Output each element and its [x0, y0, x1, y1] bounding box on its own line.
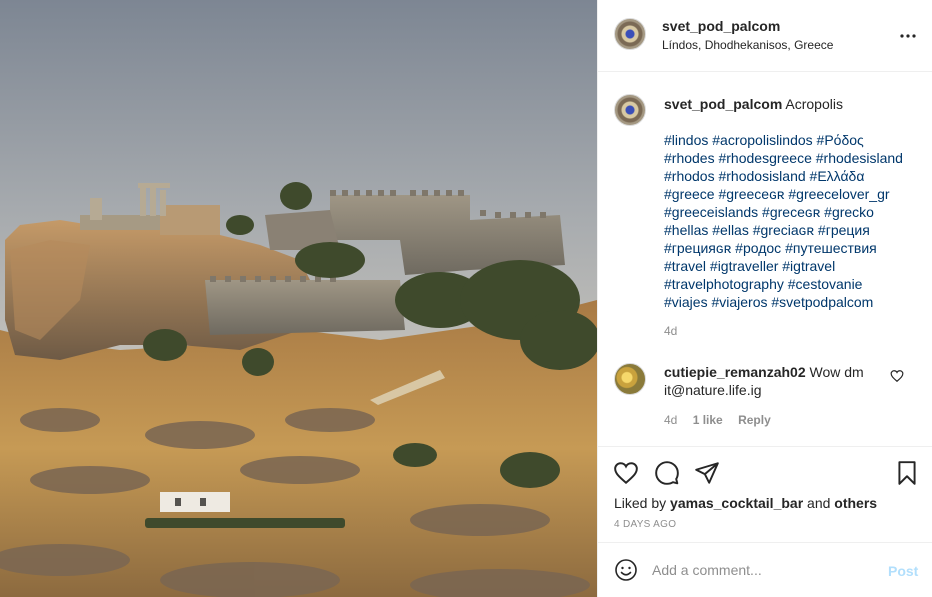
liked-by-text: Liked by yamas_cocktail_bar and others — [614, 495, 877, 511]
add-comment-bar: Post — [598, 542, 932, 597]
more-horizontal-icon — [900, 34, 916, 38]
hashtag-line[interactable]: #rhodos #rhodosisland #Ελλάδα — [664, 167, 914, 185]
caption-username[interactable]: svet_pod_palcom — [664, 96, 782, 112]
comment-button[interactable] — [654, 460, 680, 486]
caption-text: svet_pod_palcom Acropolis — [664, 95, 909, 113]
post-actions: Liked by yamas_cocktail_bar and others 4… — [598, 446, 932, 542]
reply-button[interactable]: Reply — [738, 413, 771, 427]
share-button[interactable] — [694, 460, 720, 486]
bookmark-icon — [898, 461, 916, 485]
post-panel: svet_pod_palcom Líndos, Dhodhekanisos, G… — [597, 0, 932, 597]
comment-like-button[interactable] — [890, 369, 904, 383]
more-options-button[interactable] — [896, 24, 920, 48]
hashtag-line[interactable]: #travel #igtraveller #igtravel — [664, 257, 914, 275]
liked-by-and: and — [807, 495, 831, 511]
hashtag-line[interactable]: #greece #greeceɢʀ #greecelover_gr — [664, 185, 914, 203]
like-button[interactable] — [613, 460, 639, 486]
avatar[interactable] — [614, 363, 646, 395]
post-photo[interactable] — [0, 0, 597, 597]
hashtag-line[interactable]: #lindos #acropolislindos #Ρόδος — [664, 131, 914, 149]
post-location[interactable]: Líndos, Dhodhekanisos, Greece — [662, 38, 833, 52]
comment-meta: 4d 1 like Reply — [664, 413, 783, 427]
avatar[interactable] — [614, 18, 646, 50]
post-header: svet_pod_palcom Líndos, Dhodhekanisos, G… — [598, 0, 932, 72]
hashtag-line[interactable]: #hellas #ellas #greciaɢʀ #греция — [664, 221, 914, 239]
post-username[interactable]: svet_pod_palcom — [662, 18, 780, 34]
caption-timestamp[interactable]: 4d — [664, 324, 677, 338]
post-date[interactable]: 4 DAYS AGO — [614, 519, 676, 530]
paper-plane-icon — [695, 462, 719, 484]
avatar[interactable] — [614, 94, 646, 126]
post-comment-button[interactable]: Post — [888, 563, 918, 579]
comment-text: cutiepie_remanzah02 Wow dm it@nature.lif… — [664, 363, 884, 399]
comment-input[interactable] — [652, 555, 872, 585]
heart-icon — [890, 370, 904, 383]
caption-title: Acropolis — [785, 96, 843, 112]
comment-bubble-icon — [655, 461, 679, 485]
hashtags: #lindos #acropolislindos #Ρόδος #rhodes … — [664, 131, 914, 311]
liked-by-user[interactable]: yamas_cocktail_bar — [670, 495, 803, 511]
hashtag-line[interactable]: #greeceislands #greceɢʀ #grecko — [664, 203, 914, 221]
comment-likes[interactable]: 1 like — [693, 413, 723, 427]
hashtag-line[interactable]: #грецияɢʀ #родос #путешествия — [664, 239, 914, 257]
hashtag-line[interactable]: #travelphotography #cestovanie — [664, 275, 914, 293]
liked-by-prefix: Liked by — [614, 495, 667, 511]
hashtag-line[interactable]: #viajes #viajeros #svetpodpalcom — [664, 293, 914, 311]
liked-by-others[interactable]: others — [834, 495, 877, 511]
comment-timestamp[interactable]: 4d — [664, 413, 677, 427]
acropolis-photo — [0, 0, 597, 597]
emoji-button[interactable] — [614, 558, 638, 582]
smiley-icon — [615, 559, 637, 581]
hashtag-line[interactable]: #rhodes #rhodesgreece #rhodesisland — [664, 149, 914, 167]
comment-username[interactable]: cutiepie_remanzah02 — [664, 364, 806, 380]
heart-icon — [614, 462, 638, 485]
comments-section: svet_pod_palcom Acropolis #lindos #acrop… — [598, 73, 932, 446]
save-button[interactable] — [894, 460, 920, 486]
